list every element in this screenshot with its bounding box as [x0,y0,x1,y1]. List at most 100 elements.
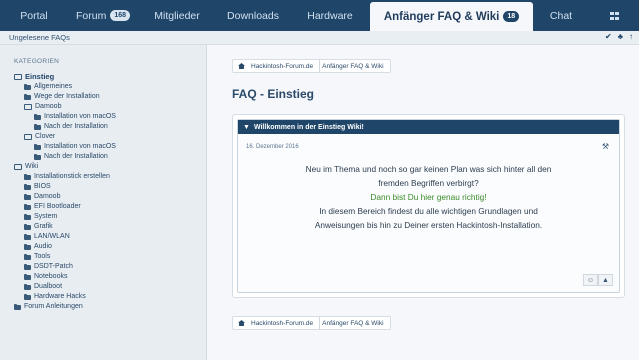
folder-icon [24,83,31,90]
page-title: FAQ - Einstieg [232,87,315,101]
nav-tab-forum[interactable]: Forum 168 [68,0,138,31]
category-label: Nach der Installation [44,123,108,130]
category-label: BIOS [34,183,51,190]
nav-tab-portal[interactable]: Portal [0,0,68,31]
category-item[interactable]: Allgemeines [24,82,72,92]
folder-icon [24,193,31,200]
home-icon[interactable] [238,320,245,326]
category-item[interactable]: LAN/WLAN [24,232,70,242]
category-item[interactable]: Dualboot [24,282,62,292]
category-label: Clover [35,133,56,140]
folder-icon [24,173,31,180]
category-item[interactable]: Wiki [14,162,38,172]
folder-icon [24,223,31,230]
unread-badge: 168 [110,10,131,21]
category-item[interactable]: Tools [24,252,50,262]
folder-icon [24,183,31,190]
folder-icon [24,273,31,280]
category-item[interactable]: Wege der Installation [24,92,100,102]
nav-tab-label: Downloads [227,9,279,22]
home-icon[interactable] [238,63,245,69]
arrow-up-icon[interactable]: ▲ [598,274,613,286]
category-label: Damoob [35,103,62,110]
sub-navigation: Ungelesene FAQs ✔ ♣ ↑ [0,31,639,45]
category-item[interactable]: Installation von macOS [34,142,116,152]
category-label: Grafik [34,223,53,230]
category-label: Installationstick erstellen [34,173,110,180]
category-item[interactable]: Clover [24,132,55,142]
category-item[interactable]: Hardware Hacks [24,292,86,302]
category-sidebar: KATEGORIEN Einstieg Allgemeines Wege der… [0,45,207,360]
nav-tab-label: Mitglieder [154,9,200,22]
main-content: Hackintosh-Forum.de Anfänger FAQ & Wiki … [218,45,639,360]
folder-open-icon [14,164,22,170]
category-item[interactable]: Grafik [24,222,53,232]
category-item[interactable]: BIOS [24,182,51,192]
category-item[interactable]: Installationstick erstellen [24,172,110,182]
category-label: Wiki [25,163,39,170]
arrow-up-icon[interactable]: ↑ [629,32,633,41]
category-item[interactable]: EFI Bootloader [24,202,81,212]
category-label: Damoob [34,193,61,200]
category-item[interactable]: DSDT-Patch [24,262,73,272]
body-line: fremden Begriffen verbirgt? [378,178,479,188]
category-item[interactable]: Nach der Installation [34,122,108,132]
folder-icon [34,123,41,130]
top-navigation: Portal Forum 168 Mitglieder Downloads Har… [0,0,639,31]
reaction-buttons: ☺ ▲ [583,274,613,286]
nav-tab-label: Portal [20,9,48,22]
breadcrumb-item[interactable]: Hackintosh-Forum.de [249,59,321,73]
category-item[interactable]: System [24,212,57,222]
category-item[interactable]: Nach der Installation [34,152,108,162]
body-line: In diesem Bereich findest du alle wichti… [319,206,538,216]
category-label: DSDT-Patch [34,263,73,270]
category-label: Audio [34,243,52,250]
category-label: EFI Bootloader [34,203,81,210]
nav-tab-hardware[interactable]: Hardware [290,0,370,31]
category-label: System [34,213,58,220]
nav-tab-mitglieder[interactable]: Mitglieder [138,0,216,31]
wrench-icon[interactable]: ⚒ [602,142,609,151]
category-item[interactable]: Forum Anleitungen [14,302,83,312]
category-item[interactable]: Audio [24,242,52,252]
sitemap-icon[interactable]: ♣ [618,32,623,41]
body-line: Neu im Thema und noch so gar keinen Plan… [305,164,552,174]
folder-icon [24,243,31,250]
breadcrumb: Hackintosh-Forum.de Anfänger FAQ & Wiki [232,59,391,73]
folder-icon [24,253,31,260]
category-label: Notebooks [34,273,68,280]
folder-icon [24,263,31,270]
faq-entry-title: Willkommen in der Einstieg Wiki! [253,123,364,131]
menu-icon[interactable] [589,0,639,31]
unread-faqs-link[interactable]: Ungelesene FAQs [9,33,70,42]
faq-entry-body: Neu im Thema und noch so gar keinen Plan… [238,162,619,232]
like-icon[interactable]: ☺ [583,274,598,286]
category-label: LAN/WLAN [34,233,70,240]
folder-icon [24,213,31,220]
faq-entry: ▼ Willkommen in der Einstieg Wiki! 16. D… [237,119,620,293]
nav-tab-downloads[interactable]: Downloads [216,0,290,31]
faq-container: ▼ Willkommen in der Einstieg Wiki! 16. D… [232,114,625,298]
category-label: Hardware Hacks [34,293,86,300]
category-item[interactable]: Damoob [24,102,61,112]
nav-tab-chat[interactable]: Chat [533,0,589,31]
category-item[interactable]: Damoob [24,192,60,202]
breadcrumb-item[interactable]: Hackintosh-Forum.de [249,316,321,330]
category-label: Installation von macOS [44,143,116,150]
breadcrumb-item[interactable]: Anfänger FAQ & Wiki [320,59,389,73]
breadcrumb-item[interactable]: Anfänger FAQ & Wiki [320,316,389,330]
folder-icon [24,293,31,300]
category-label: Forum Anleitungen [24,303,83,310]
category-item[interactable]: Installation von macOS [34,112,116,122]
category-item[interactable]: Notebooks [24,272,67,282]
nav-tab-faq-wiki[interactable]: Anfänger FAQ & Wiki 18 [370,2,533,31]
checkmark-icon[interactable]: ✔ [605,32,612,41]
folder-icon [24,93,31,100]
chevron-down-icon: ▼ [243,123,250,131]
categories-heading: KATEGORIEN [14,58,60,65]
category-label: Einstieg [25,72,55,81]
category-label: Wege der Installation [34,93,100,100]
category-label: Dualboot [34,283,63,290]
faq-entry-header[interactable]: ▼ Willkommen in der Einstieg Wiki! [238,120,619,134]
category-item[interactable]: Einstieg [14,72,54,82]
